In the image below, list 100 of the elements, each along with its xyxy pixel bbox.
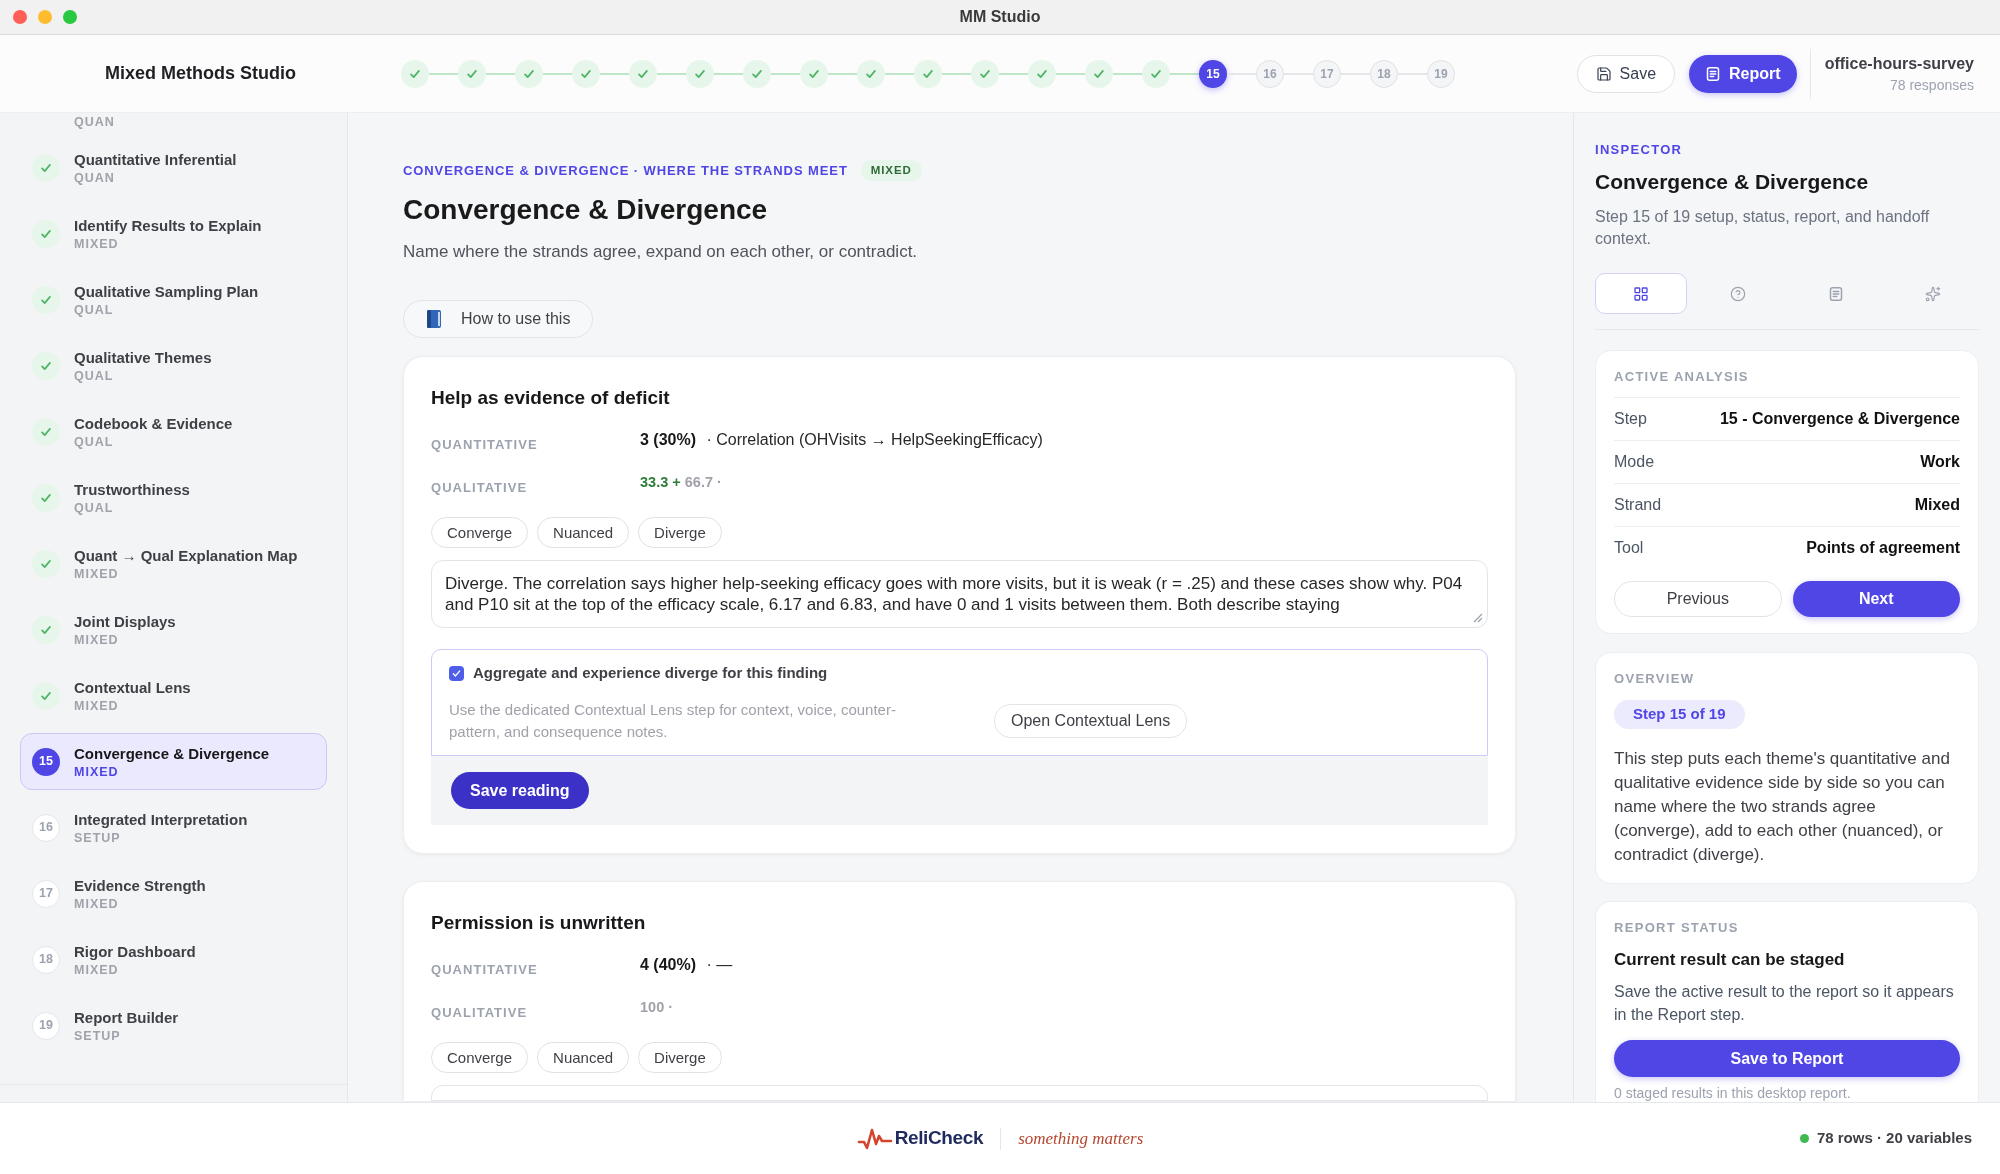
qualitative-value: 33.3 + 66.7 · — [640, 473, 722, 493]
step-indicator[interactable]: 15 — [1199, 59, 1227, 88]
reading-field[interactable]: Diverge. The correlation says higher help-seeking efficacy goes with more visits, but it is weak (r = .25) and these cases show why. P04 and P10 sit at the top of the efficacy scale, 6.17 and 6.83, and have 0 and 1 visits between them. Both describe staying — [431, 560, 1488, 629]
reading-field[interactable] — [431, 1085, 1488, 1101]
step-connector — [828, 72, 857, 75]
choice-chip[interactable]: Converge — [431, 517, 529, 549]
sidebar-item[interactable]: Quantitative Inferential QUAN — [20, 139, 327, 196]
next-button[interactable]: Next — [1792, 581, 1960, 617]
step-indicator[interactable] — [1142, 59, 1170, 88]
detail-value: 15 - Convergence & Divergence — [1719, 409, 1960, 429]
step-indicator[interactable] — [401, 59, 429, 88]
brand-tagline: something matters — [1018, 1127, 1144, 1150]
sidebar-item[interactable]: 16 Integrated Interpretation SETUP — [20, 799, 327, 856]
sidebar-item[interactable]: Qualitative Sampling Plan QUAL — [20, 271, 327, 328]
step-connector — [600, 72, 629, 75]
sparkles-icon — [1924, 285, 1941, 302]
detail-label: Strand — [1614, 495, 1662, 515]
brand-name: ReliCheck — [894, 1126, 984, 1151]
step-connector — [543, 72, 572, 75]
sidebar-item[interactable]: Trustworthiness QUAL — [20, 469, 327, 526]
grid-icon — [1633, 285, 1650, 302]
previous-button[interactable]: Previous — [1614, 581, 1782, 617]
save-to-report-button[interactable]: Save to Report — [1614, 1040, 1960, 1077]
strand-tag: QUAN — [74, 115, 115, 130]
step-connector — [1170, 72, 1199, 75]
step-indicator[interactable] — [1028, 59, 1056, 88]
step-number: 19 — [32, 1011, 60, 1040]
hint-text: Use the dedicated Contextual Lens step for context, voice, counter-pattern, and consequence notes. — [449, 700, 897, 743]
choice-chip[interactable]: Diverge — [638, 517, 722, 549]
sidebar-item[interactable]: 18 Rigor Dashboard MIXED — [20, 931, 327, 988]
open-lens-button[interactable]: Open Contextual Lens — [994, 704, 1188, 739]
finding-title: Help as evidence of deficit — [431, 386, 671, 411]
step-indicator[interactable] — [572, 59, 600, 88]
step-indicator[interactable] — [743, 59, 771, 88]
card-heading: REPORT STATUS — [1614, 919, 1740, 937]
sidebar-item[interactable]: 17 Evidence Strength MIXED — [20, 865, 327, 922]
step-connector — [999, 72, 1028, 75]
choice-chip[interactable]: Diverge — [638, 1042, 722, 1074]
step-number: 17 — [32, 879, 60, 908]
status-text: Save the active result to the report so it appears in the Report step. — [1614, 982, 1955, 1025]
step-indicator[interactable] — [1085, 59, 1113, 88]
checkbox[interactable] — [449, 665, 464, 681]
page-title: Convergence & Divergence — [403, 193, 769, 228]
detail-value: Points of agreement — [1806, 538, 1960, 558]
qualitative-value: 100 · — [640, 998, 674, 1018]
help-button[interactable]: How to use this — [403, 300, 594, 339]
sidebar-item[interactable]: 19 Report Builder SETUP — [20, 997, 327, 1054]
choice-chip[interactable]: Nuanced — [537, 1042, 630, 1074]
minimize-window-button[interactable] — [38, 10, 52, 24]
step-number: 15 — [32, 747, 60, 776]
sidebar-item[interactable]: 15 Convergence & Divergence MIXED — [20, 733, 327, 790]
row-label: QUANTITATIVE — [431, 961, 539, 979]
row-label: QUANTITATIVE — [431, 436, 539, 454]
sidebar-item[interactable]: Quant → Qual Explanation Map MIXED — [20, 535, 327, 592]
zoom-window-button[interactable] — [63, 10, 77, 24]
report-icon — [1705, 65, 1722, 82]
step-indicator[interactable] — [857, 59, 885, 88]
card-heading: OVERVIEW — [1614, 670, 1696, 688]
quantitative-value: 4 (40%) · — — [640, 955, 733, 976]
close-window-button[interactable] — [13, 10, 27, 24]
step-indicator[interactable] — [515, 59, 543, 88]
step-number: 18 — [32, 945, 60, 974]
choice-chip[interactable]: Nuanced — [537, 517, 630, 549]
step-indicator[interactable] — [686, 59, 714, 88]
help-icon — [1730, 285, 1747, 302]
window-title: MM Studio — [959, 7, 1041, 27]
sidebar-item[interactable]: Joint Displays MIXED — [20, 601, 327, 658]
panel-eyebrow: INSPECTOR — [1595, 141, 1684, 159]
panel-title: Convergence & Divergence — [1595, 169, 1870, 195]
panel-description: Step 15 of 19 setup, status, report, and handoff context. — [1595, 207, 1931, 249]
choice-chip[interactable]: Converge — [431, 1042, 529, 1074]
step-indicator[interactable] — [914, 59, 942, 88]
status-title: Current result can be staged — [1614, 949, 1846, 971]
document-icon — [1827, 285, 1844, 302]
step-connector — [714, 72, 743, 75]
step-indicator[interactable] — [800, 59, 828, 88]
section-eyebrow: CONVERGENCE & DIVERGENCE · WHERE THE STRANDS MEET — [403, 161, 848, 180]
step-indicator[interactable] — [458, 59, 486, 88]
quantitative-value: 3 (30%) · Correlation (OHVisits → HelpSeekingEfficacy) — [640, 430, 1043, 451]
step-connector — [1056, 72, 1085, 75]
page-subtitle: Name where the strands agree, expand on each other, or contradict. — [403, 241, 919, 264]
step-indicator[interactable] — [971, 59, 999, 88]
inspector-tab[interactable] — [1595, 273, 1688, 314]
card-heading: ACTIVE ANALYSIS — [1614, 368, 1750, 386]
detail-label: Mode — [1614, 452, 1655, 472]
step-indicator[interactable] — [629, 59, 657, 88]
save-button[interactable]: Save — [1576, 54, 1676, 93]
report-button[interactable]: Report — [1689, 54, 1797, 93]
step-number: 16 — [32, 813, 60, 842]
checkbox-label: Aggregate and experience diverge for this finding — [473, 663, 828, 684]
sidebar-item[interactable]: Codebook & Evidence QUAL — [20, 403, 327, 460]
sidebar-item[interactable]: Contextual Lens MIXED — [20, 667, 327, 724]
step-chip: Step 15 of 19 — [1614, 700, 1745, 729]
sidebar-item[interactable]: Identify Results to Explain MIXED — [20, 205, 327, 262]
sidebar-item[interactable]: Qualitative Themes QUAL — [20, 337, 327, 394]
save-reading-button[interactable]: Save reading — [451, 772, 589, 810]
row-label: QUALITATIVE — [431, 1004, 529, 1022]
strand-badge: MIXED — [860, 160, 922, 182]
detail-label: Tool — [1614, 538, 1644, 558]
overview-text: This step puts each theme's quantitative and qualitative evidence side by side so you can name where the two strands agree (converge), add to each other (nuanced), or contradict (diverge). — [1614, 748, 1951, 866]
